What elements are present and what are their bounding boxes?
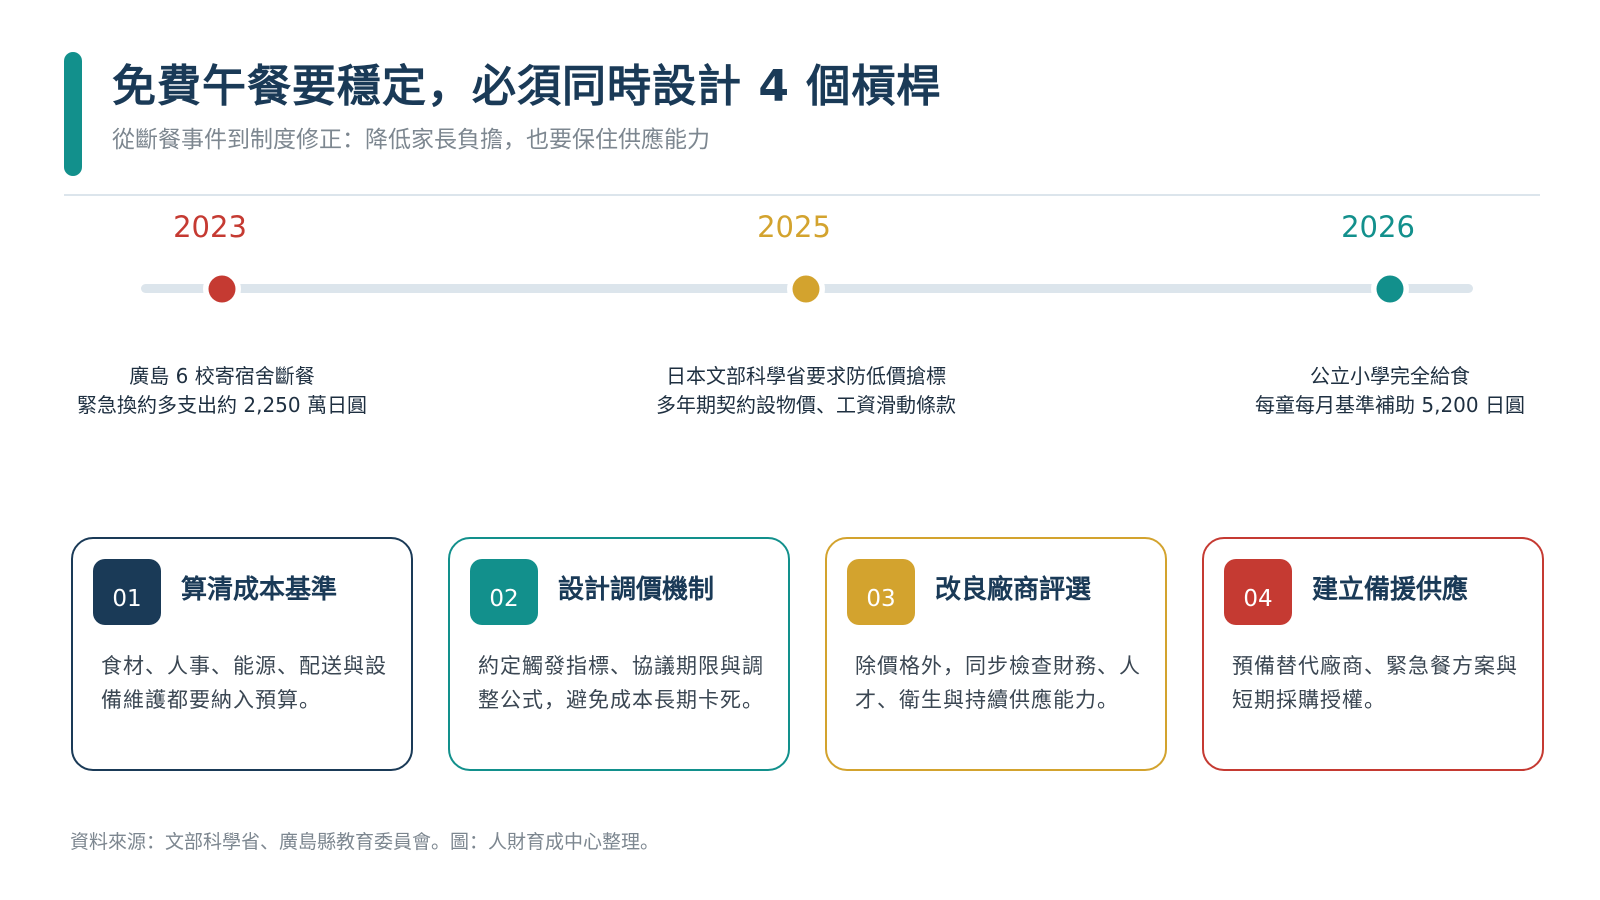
- lever-card-03: 03 改良廠商評選 除價格外，同步檢查財務、人才、衛生與持續供應能力。: [825, 537, 1167, 771]
- card-number-badge: 02: [470, 559, 538, 625]
- event-2025-line2: 多年期契約設物價、工資滑動條款: [656, 393, 956, 417]
- title-accent-bar: [64, 52, 82, 176]
- timeline-dot-2025: [792, 275, 820, 303]
- year-label-2025: 2025: [757, 210, 831, 244]
- card-body: 預備替代廠商、緊急餐方案與短期採購授權。: [1232, 654, 1518, 712]
- timeline: 2023 2025 2026 廣島 6 校寄宿舍斷餐 緊急換約多支出約 2,25…: [0, 200, 1600, 460]
- infographic-page: 免費午餐要穩定，必須同時設計 4 個槓桿 從斷餐事件到制度修正：降低家長負擔，也…: [0, 0, 1600, 900]
- event-2026: 公立小學完全給食 每童每月基準補助 5,200 日圓: [1210, 362, 1570, 420]
- event-2026-line2: 每童每月基準補助 5,200 日圓: [1255, 393, 1525, 417]
- header-divider: [64, 194, 1540, 196]
- lever-card-01: 01 算清成本基準 食材、人事、能源、配送與設備維護都要納入預算。: [71, 537, 413, 771]
- card-body: 除價格外，同步檢查財務、人才、衛生與持續供應能力。: [855, 654, 1141, 712]
- card-number-badge: 01: [93, 559, 161, 625]
- card-body: 食材、人事、能源、配送與設備維護都要納入預算。: [101, 654, 387, 712]
- card-title: 設計調價機制: [558, 575, 715, 605]
- year-label-2026: 2026: [1341, 210, 1415, 244]
- event-2023: 廣島 6 校寄宿舍斷餐 緊急換約多支出約 2,250 萬日圓: [42, 362, 402, 420]
- event-2023-line2: 緊急換約多支出約 2,250 萬日圓: [77, 393, 367, 417]
- lever-card-04: 04 建立備援供應 預備替代廠商、緊急餐方案與短期採購授權。: [1202, 537, 1544, 771]
- lever-card-02: 02 設計調價機制 約定觸發指標、協議期限與調整公式，避免成本長期卡死。: [448, 537, 790, 771]
- page-title: 免費午餐要穩定，必須同時設計 4 個槓桿: [112, 61, 942, 112]
- card-body: 約定觸發指標、協議期限與調整公式，避免成本長期卡死。: [478, 654, 764, 712]
- event-2026-line1: 公立小學完全給食: [1310, 364, 1470, 388]
- card-title: 改良廠商評選: [935, 575, 1092, 605]
- card-title: 算清成本基準: [181, 575, 338, 605]
- timeline-dot-2023: [208, 275, 236, 303]
- event-2025: 日本文部科學省要求防低價搶標 多年期契約設物價、工資滑動條款: [626, 362, 986, 420]
- year-label-2023: 2023: [173, 210, 247, 244]
- event-2023-line1: 廣島 6 校寄宿舍斷餐: [129, 364, 315, 388]
- source-note: 資料來源：文部科學省、廣島縣教育委員會。圖：人財育成中心整理。: [70, 831, 660, 853]
- card-number-badge: 03: [847, 559, 915, 625]
- card-title: 建立備援供應: [1312, 575, 1469, 605]
- timeline-dot-2026: [1376, 275, 1404, 303]
- card-number-badge: 04: [1224, 559, 1292, 625]
- page-subtitle: 從斷餐事件到制度修正：降低家長負擔，也要保住供應能力: [112, 127, 710, 153]
- event-2025-line1: 日本文部科學省要求防低價搶標: [666, 364, 946, 388]
